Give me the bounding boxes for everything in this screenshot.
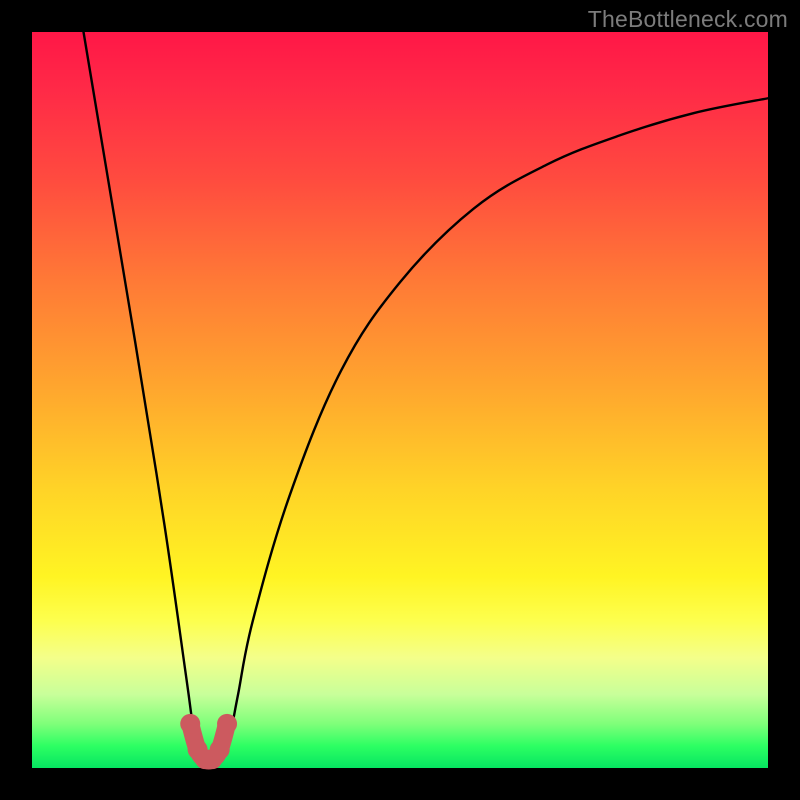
plot-area bbox=[32, 32, 768, 768]
optimal-range-marker bbox=[180, 714, 237, 769]
chart-frame: TheBottleneck.com bbox=[0, 0, 800, 800]
watermark-text: TheBottleneck.com bbox=[588, 6, 788, 33]
bottleneck-curve bbox=[84, 32, 768, 762]
curve-layer bbox=[32, 32, 768, 768]
